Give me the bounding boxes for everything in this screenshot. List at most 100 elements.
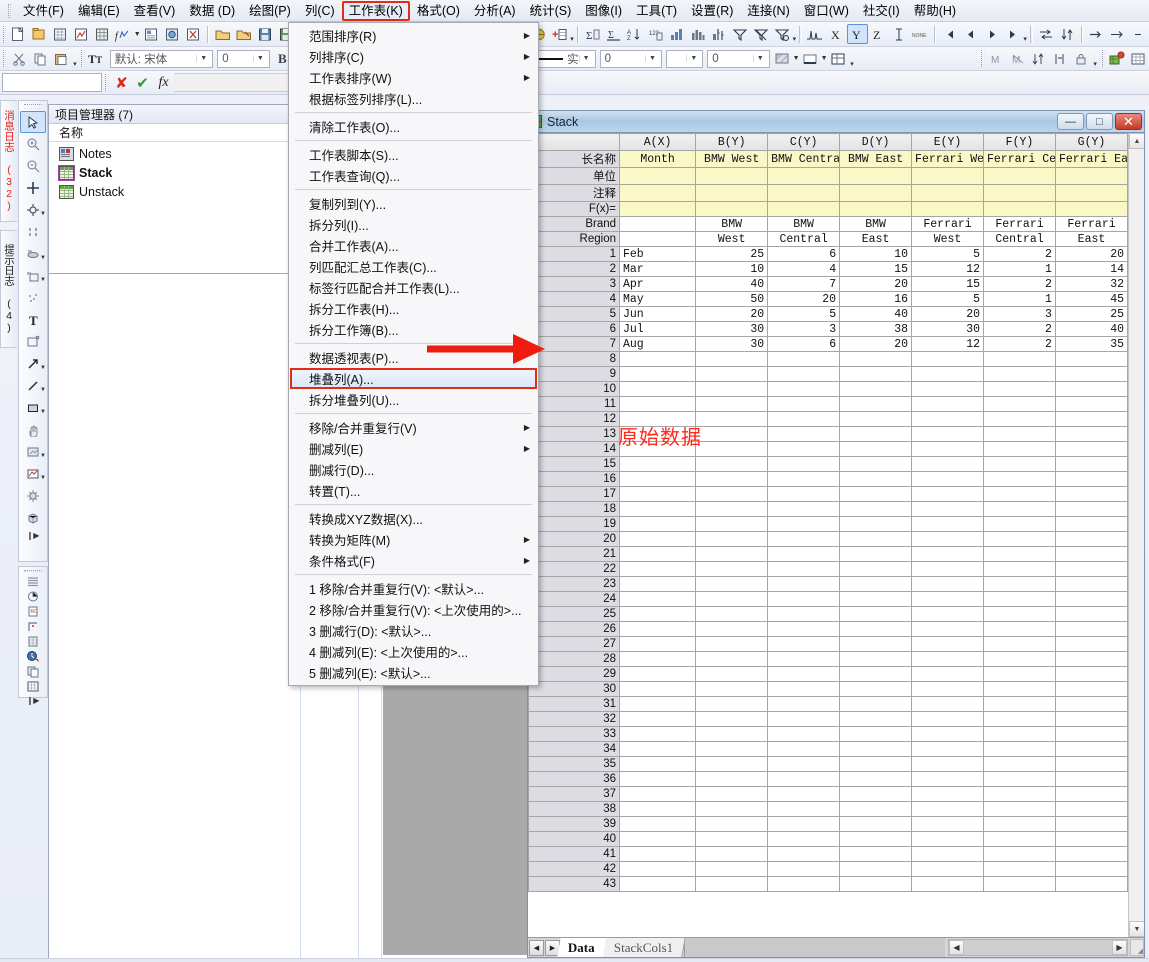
row-number[interactable]: 29 [528, 666, 620, 682]
data-cell[interactable] [767, 411, 841, 427]
row-number[interactable]: 15 [528, 456, 620, 472]
row-number[interactable]: 5 [528, 306, 620, 322]
data-cell[interactable] [767, 801, 841, 817]
data-cell[interactable] [911, 441, 984, 457]
data-cell[interactable] [767, 816, 841, 832]
new-notes-icon[interactable] [162, 24, 183, 44]
data-cell[interactable]: 6 [767, 246, 841, 262]
tip-log-tab[interactable]: 提示日志 (4) [0, 230, 17, 348]
worksheet-grid[interactable]: A(X) B(Y) C(Y) D(Y) E(Y) F(Y) G(Y) 长名称 M… [528, 133, 1128, 892]
data-cell[interactable] [1054, 876, 1128, 892]
data-cell[interactable] [983, 636, 1056, 652]
data-cell[interactable] [839, 426, 913, 442]
row-number[interactable]: 41 [528, 846, 620, 862]
font-family-arrow[interactable]: ▼ [196, 55, 210, 62]
meta-cell[interactable] [911, 184, 984, 202]
statistics-chart-icon[interactable] [708, 24, 729, 44]
toolbar1-more-icon[interactable] [1128, 24, 1149, 44]
function-wizard-icon[interactable]: fx [153, 73, 174, 93]
meta-cell[interactable] [983, 184, 1056, 202]
row-number[interactable]: 2 [528, 261, 620, 277]
filter-icon[interactable] [729, 24, 750, 44]
data-cell[interactable]: 10 [695, 261, 769, 277]
data-cell[interactable] [618, 816, 697, 832]
cut-icon[interactable] [8, 49, 29, 69]
menu-item-7[interactable]: 工作表脚本(S)... [289, 144, 538, 165]
move-to-first-icon[interactable] [939, 24, 960, 44]
data-cell[interactable] [695, 501, 769, 517]
data-cell[interactable] [983, 396, 1056, 412]
data-cell[interactable] [618, 831, 697, 847]
menu-item-8[interactable]: 工作表查询(Q)... [289, 165, 538, 186]
border-icon[interactable] [800, 49, 821, 69]
data-cell[interactable] [1054, 711, 1128, 727]
data-cell[interactable] [618, 621, 697, 637]
data-cell[interactable] [695, 351, 769, 367]
menu-format[interactable]: 格式(O) [410, 1, 467, 21]
data-cell[interactable] [1054, 381, 1128, 397]
data-cell[interactable] [695, 426, 769, 442]
copy-icon[interactable] [29, 49, 50, 69]
data-cell[interactable] [1054, 771, 1128, 787]
data-cell[interactable] [839, 741, 913, 757]
meta-cell[interactable]: East [839, 231, 913, 247]
menu-item-2[interactable]: 工作表排序(W) ▶ [289, 67, 538, 88]
data-cell[interactable] [911, 411, 984, 427]
regional-data-select-tool-icon[interactable] [20, 287, 46, 309]
data-cell[interactable] [767, 756, 841, 772]
data-cell[interactable]: 2 [983, 336, 1056, 352]
data-cell[interactable]: 12 [911, 336, 984, 352]
meta-cell[interactable] [767, 167, 841, 185]
formula-bar-grip[interactable] [105, 74, 109, 91]
sheet-tab-data[interactable]: Data [557, 938, 608, 957]
data-cell[interactable]: 1 [983, 291, 1056, 307]
data-cell[interactable]: 2 [983, 276, 1056, 292]
meta-cell[interactable]: Ferrari [983, 216, 1056, 232]
menu-item-14[interactable]: 标签行匹配合并工作表(L)... [289, 277, 538, 298]
menu-item-20[interactable]: 拆分堆叠列(U)... [289, 389, 538, 410]
meta-label-brand[interactable]: Brand [528, 216, 620, 232]
data-cell[interactable] [911, 636, 984, 652]
data-selector-tool-icon[interactable] [20, 221, 46, 243]
meta-cell[interactable] [695, 184, 769, 202]
list-item-notes[interactable]: Notes [57, 144, 292, 163]
toolbar-grip-style[interactable] [81, 50, 85, 67]
data-cell[interactable] [695, 516, 769, 532]
menu-column[interactable]: 列(C) [298, 1, 342, 21]
menu-help[interactable]: 帮助(H) [907, 1, 963, 21]
data-cell[interactable] [839, 861, 913, 877]
data-cell[interactable] [695, 456, 769, 472]
data-cell[interactable] [1054, 726, 1128, 742]
menu-settings[interactable]: 设置(R) [684, 1, 740, 21]
data-cell[interactable] [695, 621, 769, 637]
add-text-layer-icon[interactable]: RC [20, 604, 46, 619]
data-cell[interactable] [1054, 606, 1128, 622]
menu-item-18[interactable]: 数据透视表(P)... [289, 347, 538, 368]
menu-item-24[interactable]: 删减行(D)... [289, 459, 538, 480]
data-cell[interactable] [911, 381, 984, 397]
z-axis-icon[interactable]: Z [868, 24, 889, 44]
row-number[interactable]: 11 [528, 396, 620, 412]
row-number[interactable]: 16 [528, 471, 620, 487]
data-cell[interactable] [911, 801, 984, 817]
data-cell[interactable] [767, 561, 841, 577]
data-cell[interactable] [695, 681, 769, 697]
data-cell[interactable]: Jun [618, 306, 697, 322]
data-cell[interactable]: 1 [983, 261, 1056, 277]
none-designation-icon[interactable]: NONE [910, 24, 931, 44]
data-cell[interactable] [839, 711, 913, 727]
data-cell[interactable]: 5 [767, 306, 841, 322]
list-item-unstack[interactable]: Unstack [57, 182, 292, 201]
move-left-icon[interactable] [960, 24, 981, 44]
data-cell[interactable] [911, 471, 984, 487]
data-cell[interactable] [695, 741, 769, 757]
cancel-formula-icon[interactable]: ✘ [111, 73, 132, 93]
data-cell[interactable] [618, 696, 697, 712]
copy-page-icon[interactable] [20, 664, 46, 679]
data-cell[interactable]: 20 [695, 306, 769, 322]
data-cell[interactable] [983, 486, 1056, 502]
font-size-arrow[interactable]: ▼ [252, 55, 267, 62]
message-log-tab[interactable]: 消息日志 (32) [0, 100, 17, 222]
data-cell[interactable] [911, 681, 984, 697]
close-button[interactable]: ✕ [1115, 113, 1142, 130]
